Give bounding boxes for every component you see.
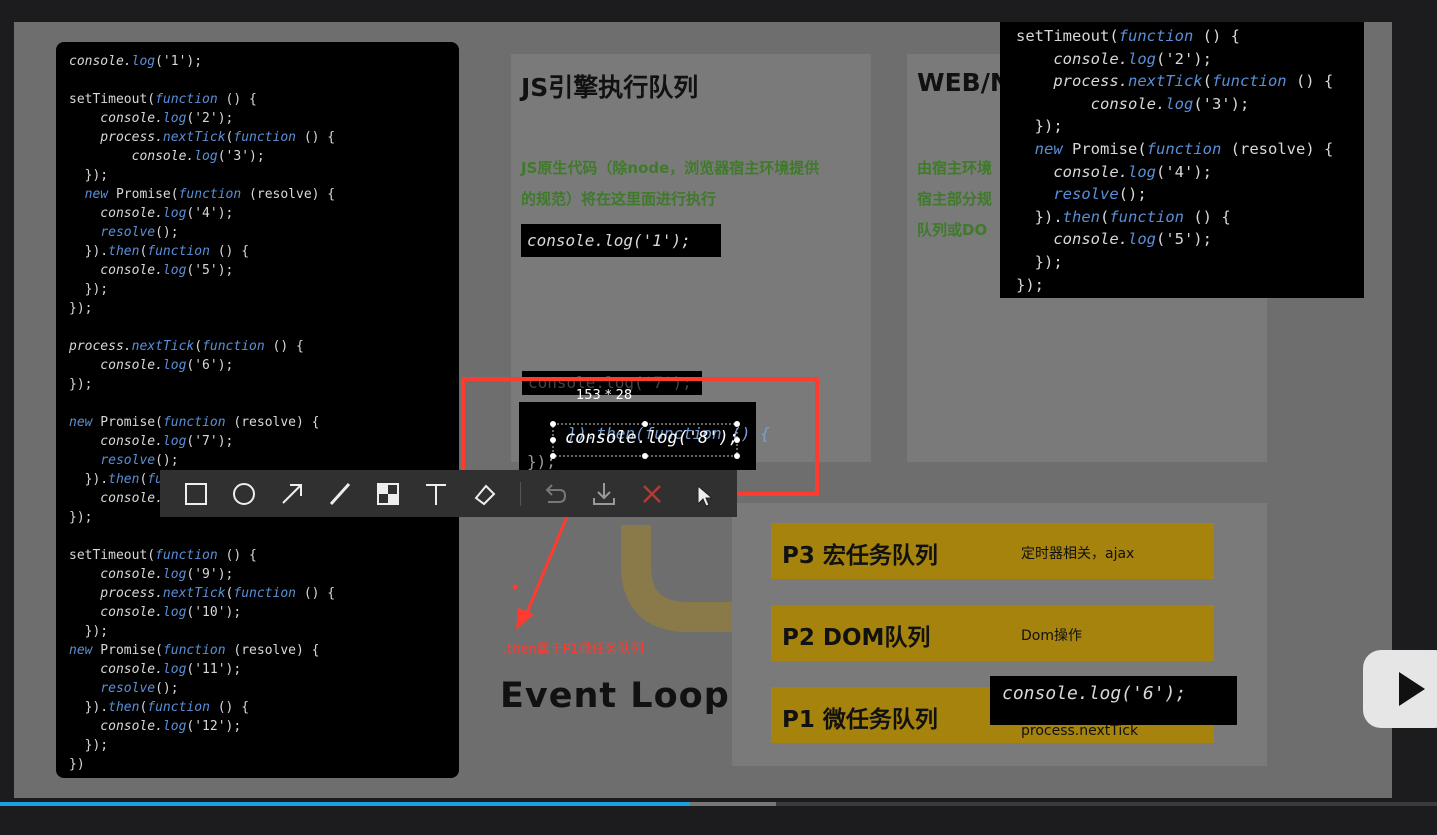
queue-p2-title: P2 DOM队列 — [782, 625, 931, 651]
right-code-text: setTimeout(function () { console.log('2'… — [1000, 22, 1364, 296]
left-code-line: console.log('3'); — [69, 149, 265, 164]
left-code-line: resolve(); — [100, 225, 179, 240]
left-code-line: new Promise(function (resolve) { — [84, 187, 336, 202]
left-code-line: resolve(); — [100, 453, 179, 468]
left-code-line: new Promise(function (resolve) { — [69, 643, 320, 658]
rectangle-tool-icon[interactable] — [182, 480, 210, 508]
code-chip-log6-text: console.log('6'); — [1002, 683, 1187, 704]
right-code-line: console.log('5'); — [1016, 230, 1212, 249]
left-code-line: }).then(function () { — [69, 244, 250, 259]
left-code-line: console.log('5'); — [69, 263, 234, 278]
left-code-line — [69, 71, 459, 90]
confirm-icon[interactable] — [690, 480, 718, 508]
left-code-line: console.log('6'); — [69, 358, 234, 373]
queue-p3-desc: 定时器相关，ajax — [1021, 546, 1135, 562]
code-chip-log6: console.log('6'); — [990, 676, 1237, 725]
selection-size-label: 153 * 28 — [576, 388, 633, 403]
left-code-line: console.log('7'); — [69, 434, 234, 449]
left-code-line: console.log('10'); — [69, 605, 242, 620]
left-code-line — [69, 394, 459, 413]
ellipse-tool-icon[interactable] — [230, 480, 258, 508]
undo-icon[interactable] — [540, 480, 568, 508]
progress-played — [0, 802, 690, 806]
eraser-tool-icon[interactable] — [470, 480, 498, 508]
left-code-line: console.log('2'); — [69, 111, 234, 126]
right-code-line: new Promise(function (resolve) { — [1034, 139, 1334, 158]
left-code-line: console.log('1'); — [69, 54, 203, 69]
left-code-line: process.nextTick(function () { — [69, 130, 336, 145]
right-code-line: }); — [1016, 275, 1044, 294]
left-code-panel: console.log('1'); setTimeout(function ()… — [56, 42, 459, 778]
left-code-line: process.nextTick(function () { — [69, 339, 304, 354]
right-code-line: }); — [1016, 252, 1063, 271]
right-code-line: setTimeout(function () { — [1016, 27, 1240, 45]
arrow-tool-icon[interactable] — [278, 480, 306, 508]
left-code-line: process.nextTick(function () { — [69, 586, 336, 601]
annotation-note: .then属于P1微任务队列 — [503, 642, 644, 657]
left-code-line: }) — [69, 757, 85, 772]
left-code-text: console.log('1'); setTimeout(function ()… — [56, 42, 459, 774]
right-code-line: }).then(function () { — [1016, 207, 1231, 226]
toolbar-divider — [520, 482, 521, 506]
event-loop-label: Event Loop — [500, 676, 730, 716]
queue-p3-macrotask: P3 宏任务队列 定时器相关，ajax — [771, 523, 1214, 579]
pen-tool-icon[interactable] — [326, 480, 354, 508]
right-code-line: process.nextTick(function () { — [1016, 72, 1334, 91]
left-code-line: console.log('11'); — [69, 662, 242, 677]
web-panel-desc-3: 队列或DO — [917, 221, 988, 239]
right-code-line: }); — [1016, 117, 1063, 136]
annotation-toolbar — [160, 470, 737, 517]
web-panel-desc-2: 宿主部分规 — [917, 190, 993, 208]
left-code-line: }); — [69, 301, 93, 316]
js-panel-desc-1: JS原生代码（除node，浏览器宿主环境提供 — [521, 159, 820, 177]
right-code-line: resolve(); — [1053, 185, 1147, 204]
left-code-line: console.log('12'); — [69, 719, 242, 734]
play-icon — [1374, 650, 1437, 717]
event-loop-arc — [621, 525, 748, 632]
cancel-icon[interactable] — [638, 480, 666, 508]
right-code-panel: setTimeout(function () { console.log('2'… — [1000, 22, 1364, 298]
left-code-line: }); — [69, 738, 109, 753]
mosaic-tool-icon[interactable] — [374, 480, 402, 508]
left-code-line: setTimeout(function () { — [69, 92, 257, 107]
left-code-line: }); — [69, 282, 109, 297]
left-code-line: }); — [69, 377, 93, 392]
queue-p3-title: P3 宏任务队列 — [782, 543, 938, 569]
web-panel-title: WEB/N — [917, 68, 1011, 97]
left-code-line: setTimeout(function () { — [69, 548, 257, 563]
text-tool-icon[interactable] — [422, 480, 450, 508]
download-icon[interactable] — [590, 480, 618, 508]
left-code-line: console.log('4'); — [69, 206, 234, 221]
left-code-line: }).then(function () { — [69, 700, 250, 715]
left-code-line: resolve(); — [100, 681, 179, 696]
web-panel-desc-1: 由宿主环境 — [917, 159, 993, 177]
queue-p2-dom: P2 DOM队列 Dom操作 — [771, 605, 1214, 661]
queue-p2-desc: Dom操作 — [1021, 628, 1082, 644]
right-code-line: console.log('2'); — [1016, 49, 1212, 68]
left-code-line — [69, 527, 459, 546]
left-code-line: }); — [69, 168, 109, 183]
code-chip-log1-text: console.log('1'); — [527, 231, 691, 250]
left-code-line: new Promise(function (resolve) { — [69, 415, 320, 430]
selection-handles — [550, 421, 740, 459]
code-chip-log1: console.log('1'); — [521, 224, 721, 257]
queue-p1-title: P1 微任务队列 — [782, 707, 938, 733]
left-code-line: }); — [69, 624, 109, 639]
right-code-line: console.log('4'); — [1016, 162, 1212, 181]
play-button[interactable] — [1363, 650, 1437, 728]
left-code-line: console.log('9'); — [69, 567, 234, 582]
left-code-line — [69, 318, 459, 337]
js-panel-title: JS引擎执行队列 — [521, 73, 699, 102]
right-code-line: console.log('3'); — [1016, 94, 1250, 113]
queue-p1-desc: process.nextTick — [1021, 723, 1139, 739]
js-panel-desc-2: 的规范）将在这里面进行执行 — [521, 190, 717, 208]
